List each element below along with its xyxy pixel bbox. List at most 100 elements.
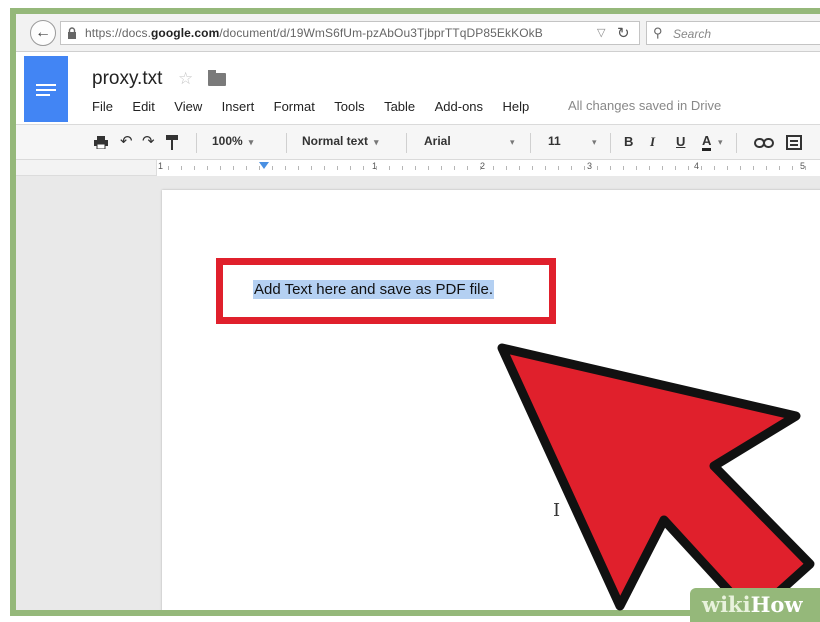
search-input[interactable]: ⚲ Search	[646, 21, 820, 45]
ruler-tick	[688, 166, 689, 170]
ruler-number: 1	[158, 161, 164, 171]
menu-add-ons[interactable]: Add-ons	[435, 99, 483, 114]
ruler-tick	[662, 166, 663, 170]
ruler-tick	[727, 166, 728, 170]
ruler-tick	[337, 166, 338, 170]
ruler-tick	[168, 166, 169, 170]
ruler-tick	[649, 166, 650, 170]
menu-tools[interactable]: Tools	[334, 99, 364, 114]
ruler-tick	[415, 166, 416, 170]
star-icon[interactable]: ☆	[178, 69, 193, 89]
ruler[interactable]: 1 1 2 3 4 5	[16, 160, 820, 176]
indent-marker-icon[interactable]	[259, 162, 269, 169]
document-title[interactable]: proxy.txt	[92, 68, 162, 90]
ruler-tick	[740, 166, 741, 170]
ruler-tick	[324, 166, 325, 170]
ruler-tick	[558, 166, 559, 170]
ruler-tick	[194, 166, 195, 170]
ruler-tick	[363, 166, 364, 170]
ruler-tick	[181, 166, 182, 170]
search-placeholder: Search	[673, 27, 712, 41]
menu-help[interactable]: Help	[502, 99, 529, 114]
undo-icon[interactable]: ↶	[120, 132, 133, 150]
redo-icon[interactable]: ↷	[142, 132, 155, 150]
wikihow-watermark: wikiHow	[690, 588, 820, 622]
pointer-arrow-icon	[497, 343, 815, 621]
save-status: All changes saved in Drive	[568, 98, 722, 113]
ruler-tick	[753, 166, 754, 170]
ruler-tick	[285, 166, 286, 170]
ruler-tick	[623, 166, 624, 170]
ruler-tick	[584, 166, 585, 170]
ruler-tick	[220, 166, 221, 170]
ruler-tick	[545, 166, 546, 170]
ruler-tick	[493, 166, 494, 170]
chevron-down-icon[interactable]: ▾	[718, 137, 723, 148]
menu-file[interactable]: File	[92, 99, 113, 114]
docs-header: proxy.txt ☆ File Edit View Insert Format…	[16, 52, 820, 124]
comment-icon[interactable]	[786, 135, 802, 151]
frame-border	[10, 8, 16, 616]
ruler-tick	[597, 166, 598, 170]
dropdown-arrow-icon[interactable]: ▽	[597, 26, 605, 39]
browser-toolbar: ← https://docs.google.com/document/d/19W…	[16, 14, 820, 52]
print-icon[interactable]	[94, 136, 108, 149]
url-text: https://docs.google.com/document/d/19WmS…	[85, 26, 543, 40]
back-arrow-icon[interactable]: ←	[30, 20, 56, 46]
menu-insert[interactable]: Insert	[222, 99, 255, 114]
lock-icon	[68, 27, 76, 39]
ruler-tick	[428, 166, 429, 170]
reload-icon[interactable]: ↻	[617, 24, 630, 42]
italic-button[interactable]: I	[650, 134, 655, 150]
bold-button[interactable]: B	[624, 134, 633, 149]
font-size-select[interactable]: 11	[548, 134, 561, 148]
watermark-text: wikiHow	[702, 592, 803, 617]
ruler-tick	[311, 166, 312, 170]
ruler-tick	[805, 166, 806, 170]
frame: ← https://docs.google.com/document/d/19W…	[0, 0, 820, 622]
paint-format-icon[interactable]	[166, 135, 178, 150]
ruler-tick	[376, 166, 377, 170]
menu-format[interactable]: Format	[274, 99, 315, 114]
style-value: Normal text	[302, 134, 369, 148]
ruler-number: 4	[694, 161, 700, 171]
ruler-tick	[272, 166, 273, 170]
ruler-tick	[350, 166, 351, 170]
zoom-select[interactable]: 100% ▾	[212, 134, 253, 148]
ruler-tick	[779, 166, 780, 170]
formatting-toolbar: ↶ ↷ 100% ▾ Normal text ▾ Arial ▾ 11 ▾ B I …	[16, 124, 820, 160]
document-text[interactable]: Add Text here and save as PDF file.	[253, 280, 495, 299]
ruler-tick	[792, 166, 793, 170]
ruler-tick	[441, 166, 442, 170]
ruler-tick	[506, 166, 507, 170]
chevron-down-icon[interactable]: ▾	[510, 137, 515, 148]
watermark-part1: wiki	[702, 592, 751, 617]
chevron-down-icon[interactable]: ▾	[592, 137, 597, 148]
font-select[interactable]: Arial	[424, 134, 451, 148]
url-bar[interactable]: https://docs.google.com/document/d/19WmS…	[60, 21, 640, 45]
watermark-part2: How	[750, 592, 803, 617]
chevron-down-icon: ▾	[248, 137, 254, 147]
ruler-tick	[233, 166, 234, 170]
menu-table[interactable]: Table	[384, 99, 415, 114]
ruler-number: 3	[587, 161, 593, 171]
ruler-scale	[156, 160, 820, 176]
menu-edit[interactable]: Edit	[132, 99, 154, 114]
ruler-tick	[675, 166, 676, 170]
search-icon: ⚲	[653, 25, 663, 40]
ruler-tick	[467, 166, 468, 170]
underline-button[interactable]: U	[676, 134, 685, 149]
ruler-tick	[402, 166, 403, 170]
highlight-box: Add Text here and save as PDF file.	[216, 258, 556, 324]
menu-view[interactable]: View	[174, 99, 202, 114]
text-color-button[interactable]: A	[702, 134, 712, 151]
docs-logo-icon[interactable]	[24, 56, 68, 122]
url-path: /document/d/19WmS6fUm-pzAbOu3TjbprTTqDP8…	[219, 26, 543, 40]
link-icon[interactable]	[754, 138, 774, 148]
style-select[interactable]: Normal text ▾	[302, 134, 379, 148]
ruler-tick	[480, 166, 481, 170]
folder-icon[interactable]	[208, 70, 226, 86]
ruler-tick	[766, 166, 767, 170]
ruler-tick	[701, 166, 702, 170]
ruler-tick	[298, 166, 299, 170]
